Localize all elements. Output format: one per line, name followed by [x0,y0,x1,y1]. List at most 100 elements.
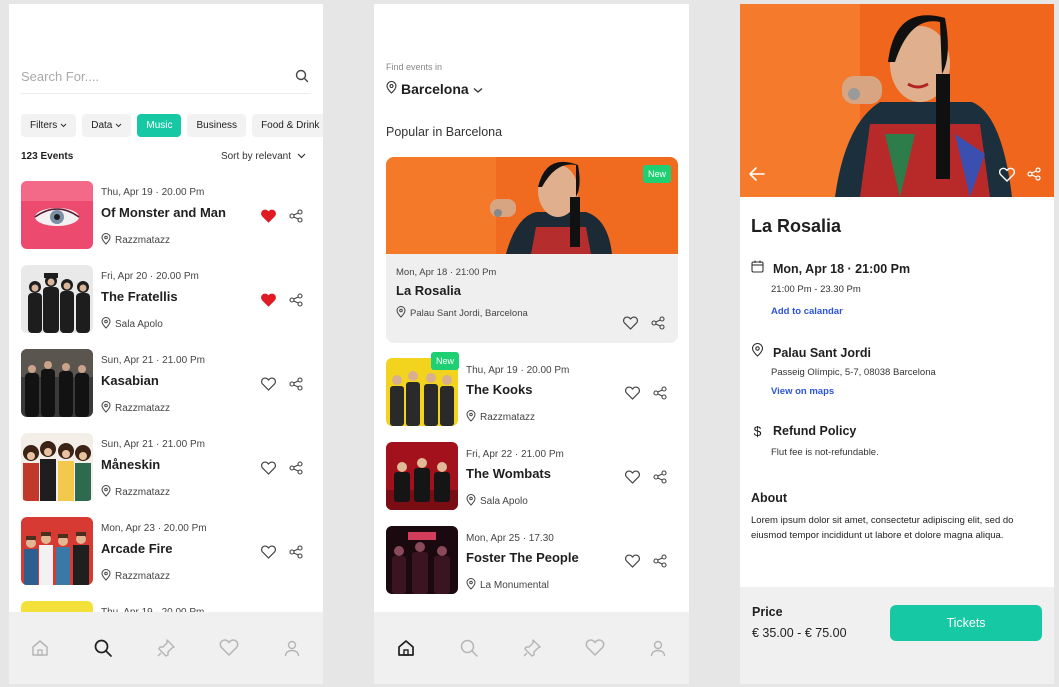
heart-outline-icon[interactable] [622,316,639,335]
share-icon[interactable] [653,554,667,573]
list-item[interactable]: New Thu, Apr 19 · 20.00 Pm The Kooks Raz… [386,352,678,442]
events-search-screen: Filters Data Music Business Food & Drink… [9,4,323,684]
share-icon[interactable] [289,377,303,396]
list-item[interactable]: Thu, Apr 19 · 20.00 Pm Of Monster and Ma… [21,181,311,265]
filter-chip-food-drink[interactable]: Food & Drink [252,114,323,137]
refund-row: $ Refund Policy [751,423,857,439]
list-item[interactable]: Mon, Apr 25 · 17.30 Foster The People La… [386,526,678,610]
event-date: Thu, Apr 19 · 20.00 Pm [466,365,570,376]
venue-label: Razzmatazz [115,403,171,414]
location-pin-icon [396,306,406,321]
tickets-button[interactable]: Tickets [890,605,1042,641]
event-title[interactable]: The Kooks [466,382,532,397]
location-pin-icon [466,494,476,509]
chip-label: Food & Drink [261,120,320,131]
event-title[interactable]: The Wombats [466,466,551,481]
event-date: Fri, Apr 22 · 21.00 Pm [466,449,564,460]
sort-label: Sort by relevant [220,151,291,162]
list-item[interactable]: Fri, Apr 22 · 21.00 Pm The Wombats Sala … [386,442,678,526]
heart-icon[interactable] [261,209,276,228]
event-date: Mon, Apr 18 · 21:00 Pm [773,262,911,276]
user-icon[interactable] [646,636,670,660]
share-icon[interactable] [653,386,667,405]
about-text: Lorem ipsum dolor sit amet, consectetur … [751,515,1014,541]
home-icon[interactable] [28,636,52,660]
heart-outline-icon[interactable] [260,545,277,564]
city-selector[interactable]: Barcelona [386,80,483,97]
location-pin-icon [101,569,111,584]
chevron-down-icon [473,81,483,97]
location-pin-icon [101,317,111,332]
venue-label: Sala Apolo [480,496,528,507]
heart-outline-icon[interactable] [260,377,277,396]
location-pin-icon [466,410,476,425]
share-icon[interactable] [289,293,303,312]
venue-label: La Monumental [480,580,549,591]
list-item[interactable]: Fri, Apr 20 · 20.00 Pm The Fratellis Sal… [21,265,311,349]
venue-label: Razzmatazz [115,487,171,498]
filter-chip-data[interactable]: Data [82,114,132,137]
list-item[interactable]: Sun, Apr 21 · 21.00 Pm Måneskin Razzmata… [21,433,311,517]
pin-icon[interactable] [520,636,544,660]
list-item[interactable]: Sun, Apr 21 · 21.00 Pm Kasabian Razzmata… [21,349,311,433]
event-list: New Thu, Apr 19 · 20.00 Pm The Kooks Raz… [386,352,678,610]
list-item[interactable]: Mon, Apr 23 · 20.00 Pm Arcade Fire Razzm… [21,517,311,601]
venue-label: Razzmatazz [480,412,536,423]
event-title[interactable]: Of Monster and Man [101,205,226,220]
back-arrow-icon[interactable] [749,167,765,186]
search-icon[interactable] [457,636,481,660]
filter-chip-business[interactable]: Business [187,114,247,137]
heart-outline-icon[interactable] [998,167,1016,187]
date-row: Mon, Apr 18 · 21:00 Pm [751,260,910,278]
sort-dropdown[interactable]: Sort by relevant [221,151,306,162]
filter-chip-filters[interactable]: Filters [21,114,77,137]
share-icon[interactable] [651,316,665,335]
share-icon[interactable] [289,461,303,480]
venue-address: Passeig Olímpic, 5-7, 08038 Barcelona [771,367,936,378]
venue-row: Palau Sant Jordi [751,343,871,362]
venue-label: Razzmatazz [115,571,171,582]
share-icon[interactable] [289,209,303,228]
heart-outline-icon[interactable] [624,554,641,573]
event-venue: Razzmatazz [101,401,170,416]
event-title[interactable]: Kasabian [101,373,159,388]
heart-icon[interactable] [583,636,607,660]
event-thumbnail [21,517,93,585]
heart-icon[interactable] [261,293,276,312]
view-on-maps-link[interactable]: View on maps [771,386,834,397]
heart-icon[interactable] [217,636,241,660]
location-pin-icon [751,343,764,362]
event-thumbnail [21,265,93,333]
chip-label: Business [196,120,238,131]
heart-outline-icon[interactable] [260,461,277,480]
share-icon[interactable] [1027,167,1041,186]
event-title[interactable]: The Fratellis [101,289,178,304]
pin-icon[interactable] [154,636,178,660]
find-events-label: Find events in [386,62,443,72]
search-icon[interactable] [91,636,115,660]
event-thumbnail [21,349,93,417]
event-venue: La Monumental [466,578,549,593]
purchase-footer: Price € 35.00 - € 75.00 Tickets [740,587,1054,684]
chip-label: Data [91,120,113,131]
calendar-icon [751,260,764,278]
search-input[interactable] [21,60,271,92]
user-icon[interactable] [280,636,304,660]
filter-chip-music[interactable]: Music [137,114,182,137]
chevron-down-icon [60,114,67,137]
featured-event-card[interactable]: New Mon, Apr 18 · 21:00 Pm La Rosalia Pa… [386,157,678,343]
share-icon[interactable] [653,470,667,489]
share-icon[interactable] [289,545,303,564]
event-title[interactable]: Foster The People [466,550,579,565]
event-date: Mon, Apr 23 · 20.00 Pm [101,523,207,534]
add-to-calendar-link[interactable]: Add to calandar [771,306,843,317]
event-title[interactable]: Arcade Fire [101,541,173,556]
event-title[interactable]: Måneskin [101,457,160,472]
time-range: 21:00 Pm - 23.30 Pm [771,284,861,295]
home-icon[interactable] [394,636,418,660]
featured-event-image: New [386,157,678,254]
heart-outline-icon[interactable] [624,386,641,405]
event-title[interactable]: La Rosalia [396,283,461,298]
search-icon[interactable] [295,69,309,88]
heart-outline-icon[interactable] [624,470,641,489]
